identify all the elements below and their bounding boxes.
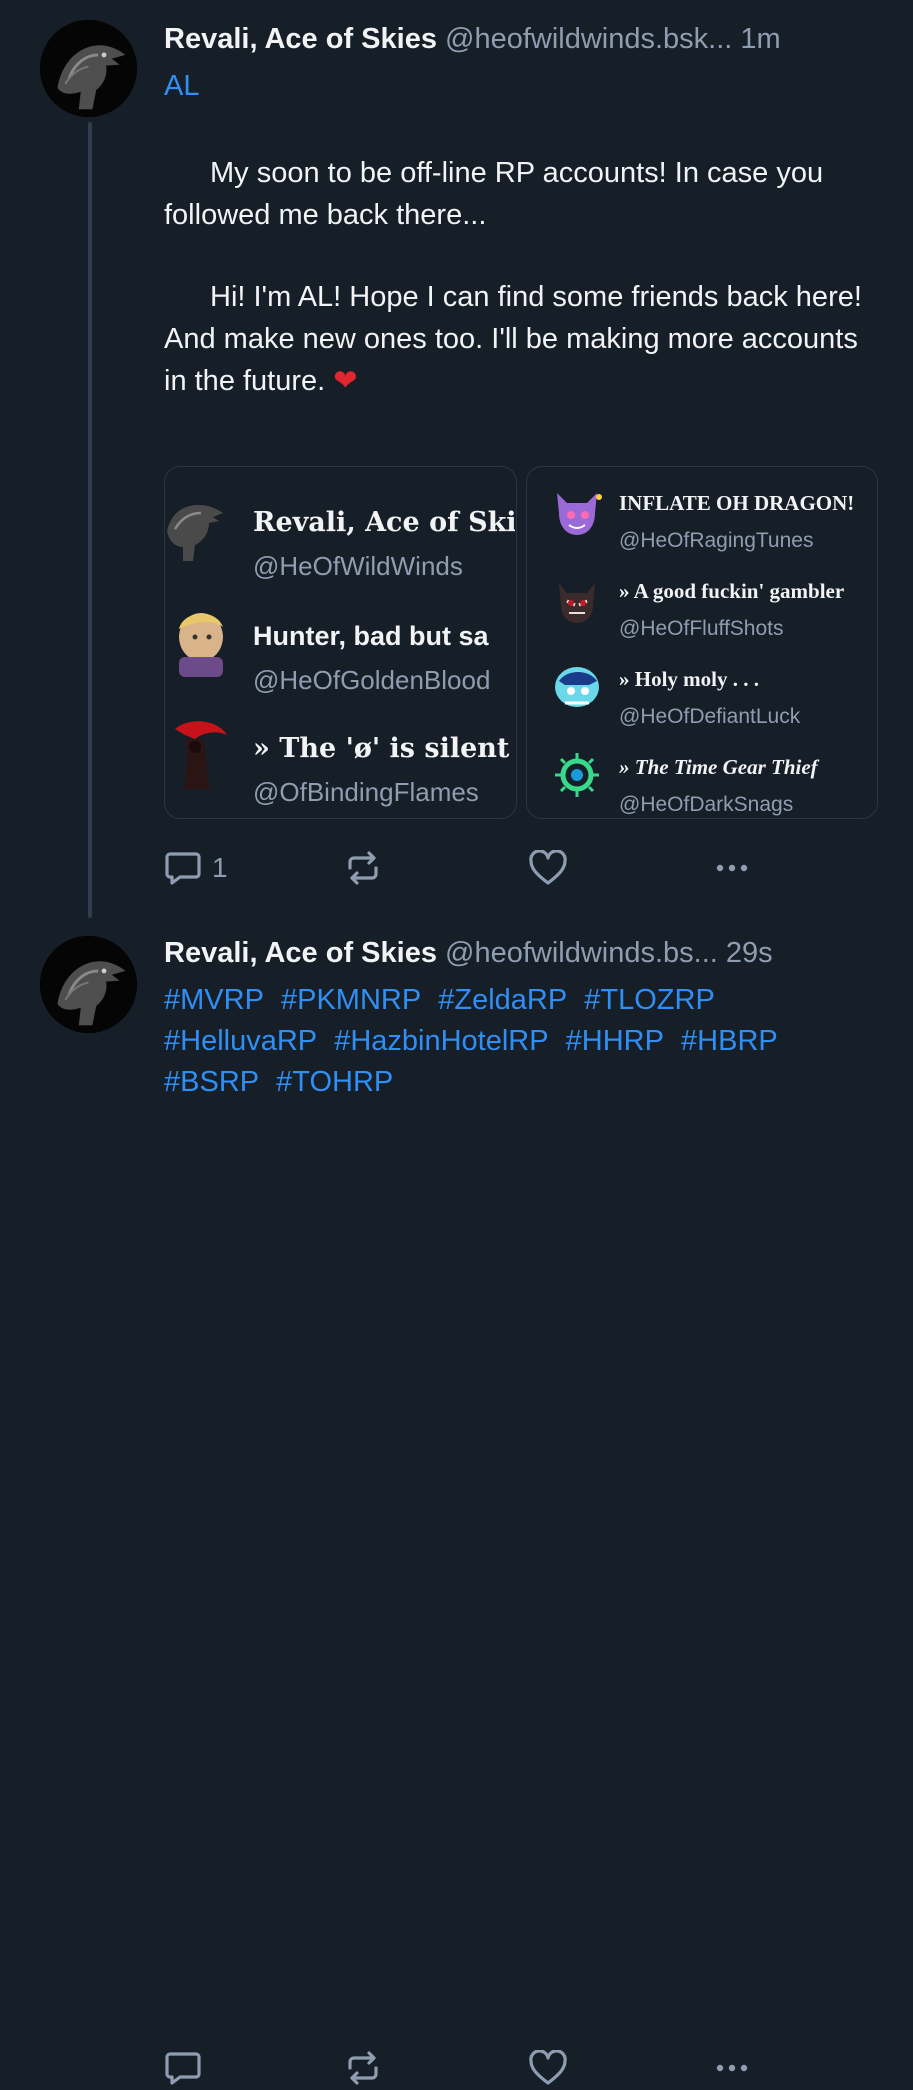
comment-icon bbox=[165, 2052, 201, 2085]
account-handle: @OfBindingFlames bbox=[253, 777, 479, 807]
account-name: » The Time Gear Thief bbox=[619, 755, 818, 779]
account-name: Hunter, bad but sa bbox=[253, 621, 489, 651]
account-entry: » Holy moly . . . @HeOfDefiantLuck bbox=[527, 659, 877, 739]
post-actions: 1 bbox=[164, 850, 764, 890]
reply-button[interactable]: 1 bbox=[164, 850, 228, 886]
hashtag-link[interactable]: #PKMNRP bbox=[281, 984, 421, 1016]
account-handle: @HeOfWildWinds bbox=[253, 551, 463, 581]
account-handle: @HeOfFluffShots bbox=[619, 617, 784, 640]
hashtag-link[interactable]: #HBRP bbox=[681, 1025, 778, 1057]
character-avatar-image bbox=[175, 721, 227, 789]
account-entry: Hunter, bad but sa @HeOfGoldenBlood bbox=[165, 597, 516, 695]
author-avatar[interactable] bbox=[40, 20, 137, 117]
like-button[interactable] bbox=[528, 2050, 568, 2086]
hashtag-link[interactable]: #HazbinHotelRP bbox=[334, 1025, 548, 1057]
hashtag-link[interactable]: #ZeldaRP bbox=[438, 984, 567, 1016]
heart-icon bbox=[529, 850, 567, 885]
post-header: Revali, Ace of Skies @heofwildwinds.bsk.… bbox=[164, 22, 879, 56]
account-entry: » A good fuckin' gambler @HeOfFluffShots bbox=[527, 571, 877, 651]
account-entry: » The Time Gear Thief @HeOfDarkSnags bbox=[527, 747, 877, 818]
raven-avatar-image bbox=[40, 936, 137, 1033]
more-button[interactable] bbox=[712, 850, 752, 886]
post-paragraph: Hi! I'm AL! Hope I can find some friends… bbox=[164, 276, 864, 402]
reply-button[interactable] bbox=[164, 2050, 212, 2086]
hashtag-link[interactable]: #MVRP bbox=[164, 984, 264, 1016]
account-handle: @HeOfRagingTunes bbox=[619, 529, 814, 552]
account-entry: INFLATE OH DRAGON! @HeOfRagingTunes bbox=[527, 483, 877, 563]
raven-avatar-image bbox=[40, 20, 137, 117]
post-time[interactable]: 1m bbox=[740, 23, 780, 55]
more-icon bbox=[716, 864, 748, 872]
heart-emoji: ❤ bbox=[333, 365, 358, 397]
post-paragraph: My soon to be off-line RP accounts! In c… bbox=[164, 157, 824, 231]
post-text: My soon to be off-line RP accounts! In c… bbox=[164, 152, 864, 402]
post-paragraph-text: Hi! I'm AL! Hope I can find some friends… bbox=[164, 281, 862, 397]
reply-count: 1 bbox=[212, 852, 228, 883]
hashtag-list: #MVRP #PKMNRP #ZeldaRP #TLOZRP #HelluvaR… bbox=[164, 980, 884, 1103]
time-gear-icon bbox=[555, 753, 599, 797]
account-entry: Revali, Ace of Skie @HeOfWildWinds bbox=[165, 483, 516, 581]
author-name[interactable]: Revali, Ace of Skies bbox=[164, 23, 437, 55]
character-avatar-image bbox=[179, 613, 223, 677]
embedded-images: Revali, Ace of Skie @HeOfWildWinds Hunte… bbox=[164, 466, 878, 819]
author-handle[interactable]: @heofwildwinds.bsk... bbox=[445, 23, 732, 55]
character-avatar-image bbox=[559, 583, 595, 623]
post-header: Revali, Ace of Skies @heofwildwinds.bs..… bbox=[164, 936, 879, 970]
raven-avatar-image bbox=[167, 505, 223, 561]
account-handle: @HeOfDarkSnags bbox=[619, 793, 794, 816]
hashtag-link[interactable]: #TLOZRP bbox=[584, 984, 715, 1016]
account-handle: @HeOfDefiantLuck bbox=[619, 705, 801, 728]
reply-label[interactable]: AL bbox=[164, 70, 199, 103]
like-button[interactable] bbox=[528, 850, 568, 886]
more-button[interactable] bbox=[712, 2050, 752, 2086]
repost-icon bbox=[348, 851, 378, 885]
post-actions bbox=[164, 2050, 764, 2090]
hashtag-link[interactable]: #TOHRP bbox=[276, 1066, 393, 1098]
hashtag-link[interactable]: #BSRP bbox=[164, 1066, 259, 1098]
comment-icon bbox=[165, 852, 201, 885]
post-time[interactable]: 29s bbox=[726, 937, 773, 969]
hashtag-link[interactable]: #HelluvaRP bbox=[164, 1025, 317, 1057]
author-handle[interactable]: @heofwildwinds.bs... bbox=[445, 937, 718, 969]
repost-icon bbox=[348, 2051, 378, 2085]
thread-line bbox=[88, 122, 92, 918]
embed-image-right[interactable]: INFLATE OH DRAGON! @HeOfRagingTunes » A … bbox=[526, 466, 878, 819]
hashtag-link[interactable]: #HHRP bbox=[566, 1025, 664, 1057]
character-avatar-image bbox=[555, 667, 599, 707]
author-avatar[interactable] bbox=[40, 936, 137, 1033]
account-name: » A good fuckin' gambler bbox=[619, 579, 845, 603]
more-icon bbox=[716, 2064, 748, 2072]
account-name: » The 'ø' is silent ! bbox=[253, 733, 515, 764]
heart-icon bbox=[529, 2050, 567, 2085]
character-avatar-image bbox=[557, 493, 602, 535]
repost-button[interactable] bbox=[344, 2050, 382, 2086]
account-name: INFLATE OH DRAGON! bbox=[619, 491, 855, 515]
account-handle: @HeOfGoldenBlood bbox=[253, 665, 491, 695]
embed-image-left[interactable]: Revali, Ace of Skie @HeOfWildWinds Hunte… bbox=[164, 466, 517, 819]
account-name: Revali, Ace of Skie bbox=[253, 507, 515, 538]
author-name[interactable]: Revali, Ace of Skies bbox=[164, 937, 437, 969]
account-entry: » The 'ø' is silent ! @OfBindingFlames bbox=[165, 709, 516, 807]
repost-button[interactable] bbox=[344, 850, 382, 886]
account-name: » Holy moly . . . bbox=[619, 667, 759, 691]
